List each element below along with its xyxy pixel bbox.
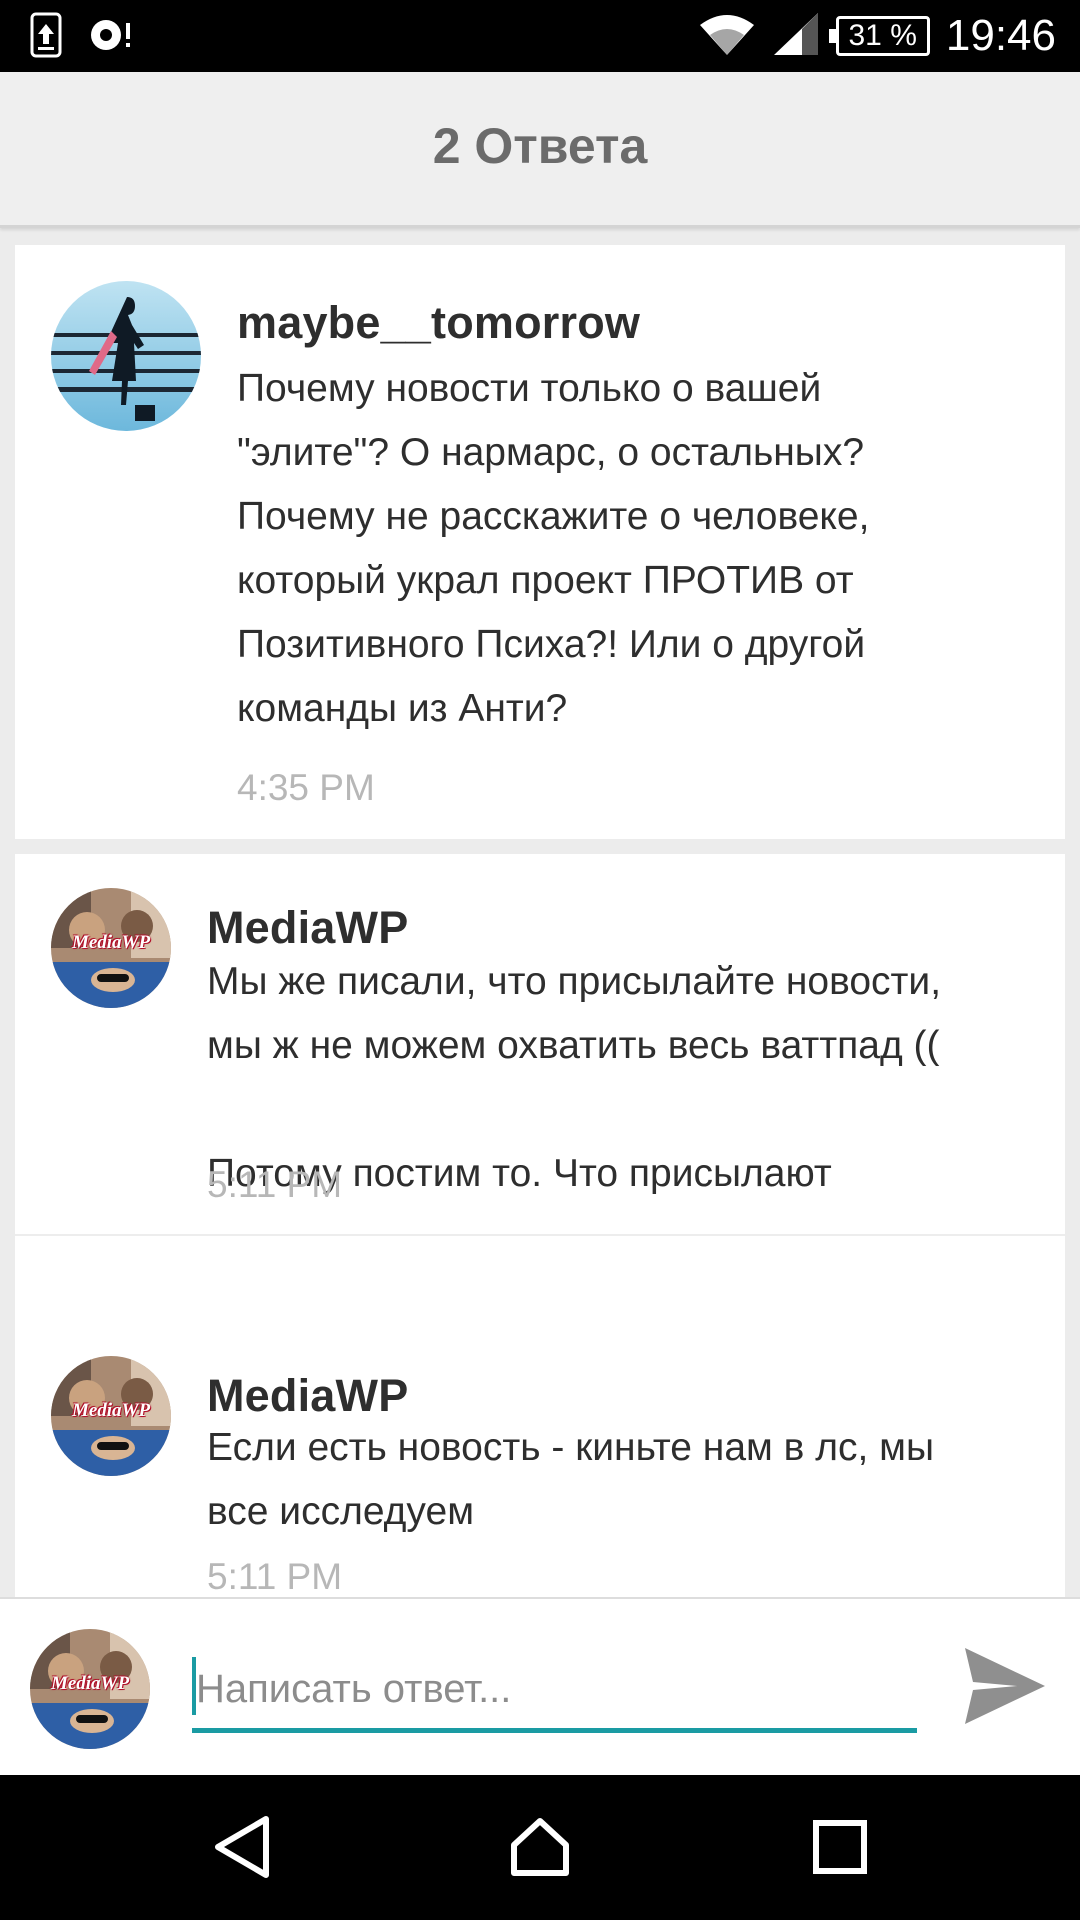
comment-thread[interactable]: maybe__tomorrow Почему новости только о … bbox=[0, 231, 1080, 1597]
divider bbox=[15, 1234, 1065, 1236]
back-button[interactable] bbox=[182, 1797, 302, 1897]
text-cursor bbox=[192, 1657, 196, 1715]
reply-input[interactable] bbox=[192, 1651, 917, 1733]
home-icon bbox=[511, 1818, 569, 1876]
battery-icon: 31 % bbox=[828, 16, 930, 56]
avatar-label: MediaWP bbox=[71, 932, 151, 953]
wifi-icon bbox=[698, 11, 756, 62]
replies-list: MediaWP MediaWP Мы же писали, что присыл… bbox=[15, 854, 1065, 1597]
reply-composer: MediaWP bbox=[0, 1597, 1080, 1775]
navigation-bar bbox=[0, 1775, 1080, 1920]
comment-timestamp: 5:11 PM bbox=[207, 1164, 343, 1205]
avatar[interactable]: MediaWP bbox=[51, 888, 171, 1008]
recents-icon bbox=[813, 1820, 867, 1874]
comment-author[interactable]: MediaWP bbox=[207, 1370, 408, 1422]
avatar: MediaWP bbox=[30, 1629, 150, 1749]
comment-text: Если есть новость - киньте нам в лс, мы … bbox=[207, 1426, 935, 1533]
comment-timestamp: 5:11 PM bbox=[207, 1556, 343, 1597]
clock: 19:46 bbox=[945, 11, 1056, 60]
comment-author[interactable]: maybe__tomorrow bbox=[237, 297, 640, 349]
root-comment: maybe__tomorrow Почему новости только о … bbox=[15, 245, 1065, 839]
avatar[interactable] bbox=[51, 281, 201, 431]
signal-icon bbox=[772, 11, 820, 62]
avatar[interactable]: MediaWP bbox=[51, 1356, 171, 1476]
send-button[interactable] bbox=[962, 1643, 1048, 1729]
circle-notification-icon bbox=[88, 15, 134, 60]
upload-icon bbox=[30, 12, 62, 63]
avatar-label: MediaWP bbox=[50, 1673, 130, 1694]
top-app-bar: 2 Ответа bbox=[0, 72, 1080, 228]
page-title: 2 Ответа bbox=[432, 118, 648, 174]
back-icon bbox=[215, 1816, 269, 1878]
home-button[interactable] bbox=[480, 1797, 600, 1897]
comment-timestamp: 4:35 PM bbox=[237, 767, 375, 808]
avatar-label: MediaWP bbox=[71, 1400, 151, 1421]
status-bar: 31 % 19:46 bbox=[0, 0, 1080, 72]
comment-text: Почему новости только о вашей "элите"? О… bbox=[237, 367, 870, 730]
comment-author[interactable]: MediaWP bbox=[207, 902, 408, 954]
recents-button[interactable] bbox=[780, 1797, 900, 1897]
send-icon bbox=[965, 1648, 1045, 1724]
